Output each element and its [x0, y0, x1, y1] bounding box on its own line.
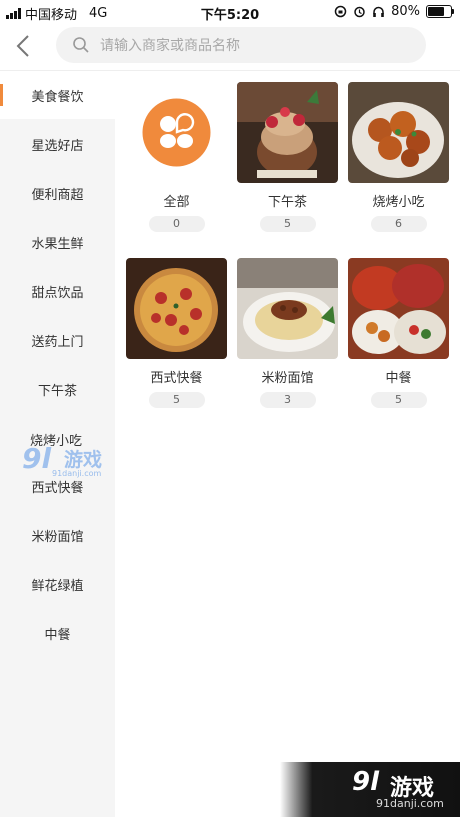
chinese-food-photo: [348, 258, 449, 359]
bbq-snacks-photo: [348, 82, 449, 183]
category-western-fastfood[interactable]: 西式快餐 5: [126, 258, 227, 408]
sidebar-item-fruit[interactable]: 水果生鲜: [0, 218, 115, 266]
category-name: 烧烤小吃: [372, 195, 425, 210]
status-right: 80%: [334, 4, 454, 19]
noodles-photo: [237, 258, 338, 359]
category-count: 5: [148, 392, 205, 408]
category-count: 5: [259, 216, 316, 232]
back-arrow-icon[interactable]: [12, 32, 36, 60]
sidebar-item-chinese-food[interactable]: 中餐: [0, 609, 115, 657]
battery-icon: [426, 5, 454, 18]
search-placeholder: 请输入商家或商品名称: [100, 38, 240, 54]
sidebar-item-label: 米粉面馆: [31, 529, 84, 545]
sidebar-item-label: 送药上门: [31, 334, 84, 350]
sidebar-item-medicine[interactable]: 送药上门: [0, 316, 115, 364]
category-name: 下午茶: [267, 195, 307, 210]
category-name: 中餐: [385, 371, 412, 386]
sidebar-item-featured-shops[interactable]: 星选好店: [0, 120, 115, 168]
western-fastfood-photo: [126, 258, 227, 359]
sidebar-item-noodles[interactable]: 米粉面馆: [0, 511, 115, 559]
sidebar-item-label: 下午茶: [37, 383, 77, 399]
watermark-url: 91danji.com: [52, 469, 102, 478]
category-count: 0: [148, 216, 205, 232]
afternoon-tea-photo: [237, 82, 338, 183]
sidebar-item-label: 中餐: [44, 627, 71, 643]
sidebar-item-label: 美食餐饮: [31, 89, 84, 105]
category-chinese-food[interactable]: 中餐 5: [348, 258, 449, 408]
watermark-corner-mark: 9l: [352, 767, 380, 797]
watermark-corner-url: 91danji.com: [376, 797, 444, 810]
sidebar-item-label: 水果生鲜: [31, 236, 84, 252]
category-count: 3: [259, 392, 316, 408]
battery-percent: 80%: [391, 4, 420, 19]
sidebar-item-label: 甜点饮品: [31, 285, 84, 301]
category-name: 全部: [163, 195, 190, 210]
category-all[interactable]: 全部 0: [126, 82, 227, 232]
watermark-corner: 9l 游戏 91danji.com: [280, 762, 460, 817]
sidebar-item-afternoon-tea[interactable]: 下午茶: [0, 365, 115, 413]
search-bar[interactable]: 请输入商家或商品名称: [56, 27, 426, 63]
sidebar-item-label: 星选好店: [31, 138, 84, 154]
status-bar: 中国移动 4G 下午5:20 80%: [0, 0, 460, 24]
category-afternoon-tea[interactable]: 下午茶 5: [237, 82, 338, 232]
sidebar-item-convenience[interactable]: 便利商超: [0, 169, 115, 217]
category-noodles[interactable]: 米粉面馆 3: [237, 258, 338, 408]
headphones-icon: [373, 6, 384, 17]
header: 请输入商家或商品名称: [0, 24, 460, 71]
watermark-logo-text: 游戏: [64, 449, 103, 471]
category-count: 6: [370, 216, 427, 232]
sidebar-item-label: 便利商超: [31, 187, 84, 203]
category-count: 5: [370, 392, 427, 408]
watermark-logo: 烧烤小吃 9l 游戏 91danji.com: [22, 434, 118, 482]
category-bbq-snacks[interactable]: 烧烤小吃 6: [348, 82, 449, 232]
all-category-icon: [126, 82, 227, 183]
category-name: 米粉面馆: [261, 371, 314, 386]
sidebar-item-label: 鲜花绿植: [31, 578, 84, 594]
category-name: 西式快餐: [150, 371, 203, 386]
watermark-logo-mark: 9l: [22, 442, 52, 475]
search-icon: [73, 37, 89, 53]
sidebar-item-desserts[interactable]: 甜点饮品: [0, 267, 115, 315]
sidebar-item-food[interactable]: 美食餐饮: [0, 71, 115, 119]
alarm-icon: [354, 6, 365, 18]
battery-fill: [428, 7, 444, 16]
orientation-lock-icon: [334, 5, 347, 18]
sidebar-item-flowers[interactable]: 鲜花绿植: [0, 560, 115, 608]
